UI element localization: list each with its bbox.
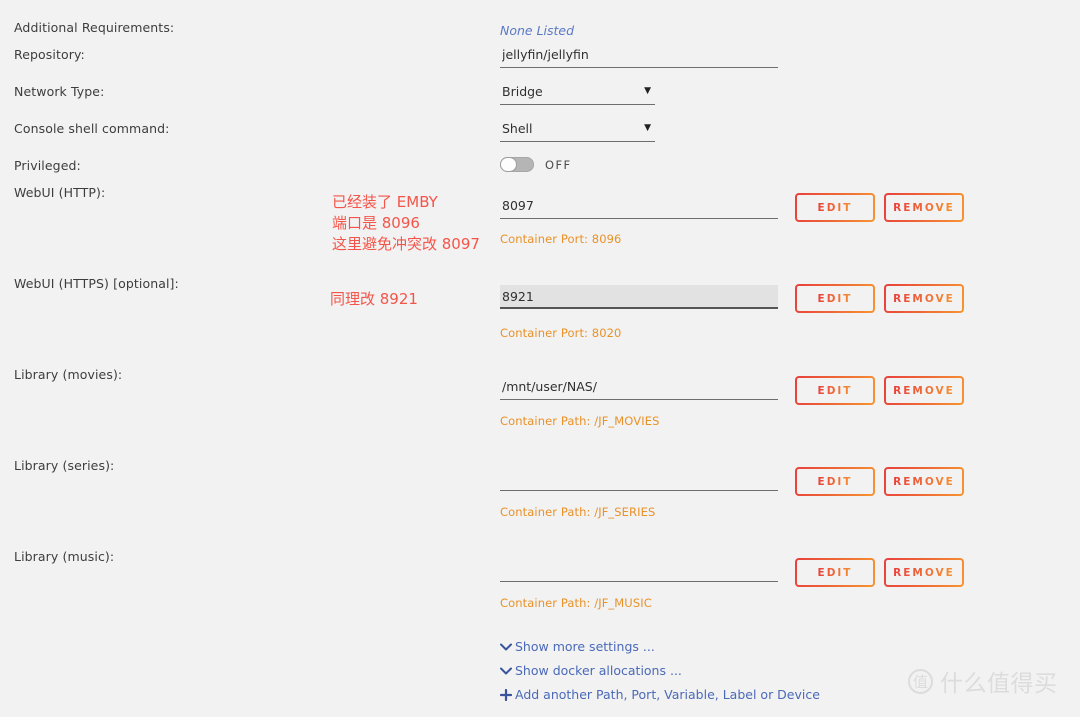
show-docker-allocations-label: Show docker allocations ... [515, 663, 682, 678]
watermark-text: 什么值得买 [940, 671, 1058, 697]
webui-http-container-port: Container Port: 8096 [500, 232, 622, 246]
annotation-http-line1: 已经装了 EMBY [332, 193, 438, 211]
chevron-down-icon: ▼ [644, 86, 651, 96]
show-more-settings-label: Show more settings ... [515, 639, 655, 654]
library-series-container-path: Container Path: /JF_SERIES [500, 505, 656, 519]
label-network-type: Network Type: [14, 84, 105, 99]
library-music-container-path: Container Path: /JF_MUSIC [500, 596, 652, 610]
privileged-toggle[interactable] [500, 157, 534, 172]
remove-button-label: REMOVE [893, 566, 955, 579]
label-library-music: Library (music): [14, 549, 115, 564]
library-movies-edit-button[interactable]: EDIT [795, 376, 875, 405]
chevron-down-icon [500, 667, 515, 675]
label-library-movies: Library (movies): [14, 367, 123, 382]
webui-http-remove-button[interactable]: REMOVE [884, 193, 964, 222]
library-movies-input[interactable] [500, 379, 778, 400]
annotation-http-note: 已经装了 EMBY 端口是 8096 这里避免冲突改 8097 [332, 192, 480, 255]
privileged-toggle-wrap: OFF [500, 157, 571, 172]
form-footer-links: Show more settings ... Show docker alloc… [500, 639, 820, 711]
watermark-badge-icon: 值 [908, 668, 933, 694]
chevron-down-icon: ▼ [644, 123, 651, 133]
edit-button-label: EDIT [817, 201, 853, 214]
webui-http-edit-button[interactable]: EDIT [795, 193, 875, 222]
edit-button-label: EDIT [817, 475, 853, 488]
library-music-remove-button[interactable]: REMOVE [884, 558, 964, 587]
toggle-knob [501, 158, 516, 171]
remove-button-label: REMOVE [893, 384, 955, 397]
library-series-input[interactable] [500, 470, 778, 491]
annotation-http-line3: 这里避免冲突改 8097 [332, 235, 480, 253]
webui-http-port-input[interactable] [500, 198, 778, 219]
docker-template-form: Additional Requirements: None Listed Rep… [0, 0, 1080, 717]
label-console-shell-command: Console shell command: [14, 121, 170, 136]
webui-https-remove-button[interactable]: REMOVE [884, 284, 964, 313]
console-shell-value: Shell [502, 121, 533, 136]
library-movies-container-path: Container Path: /JF_MOVIES [500, 414, 660, 428]
edit-button-label: EDIT [817, 384, 853, 397]
annotation-http-line2: 端口是 8096 [332, 214, 420, 232]
library-music-edit-button[interactable]: EDIT [795, 558, 875, 587]
webui-https-edit-button[interactable]: EDIT [795, 284, 875, 313]
label-webui-http: WebUI (HTTP): [14, 185, 106, 200]
console-shell-select[interactable]: Shell ▼ [500, 121, 655, 142]
annotation-https-note: 同理改 8921 [330, 290, 418, 308]
show-more-settings-link[interactable]: Show more settings ... [500, 639, 820, 654]
add-another-entry-link[interactable]: Add another Path, Port, Variable, Label … [500, 687, 820, 702]
webui-https-port-input[interactable] [500, 285, 778, 309]
label-webui-https: WebUI (HTTPS) [optional]: [14, 276, 179, 291]
network-type-value: Bridge [502, 84, 543, 99]
label-additional-requirements: Additional Requirements: [14, 20, 175, 35]
remove-button-label: REMOVE [893, 292, 955, 305]
library-movies-remove-button[interactable]: REMOVE [884, 376, 964, 405]
show-docker-allocations-link[interactable]: Show docker allocations ... [500, 663, 820, 678]
network-type-select[interactable]: Bridge ▼ [500, 84, 655, 105]
privileged-state-label: OFF [545, 157, 572, 172]
webui-https-container-port: Container Port: 8020 [500, 326, 622, 340]
remove-button-label: REMOVE [893, 475, 955, 488]
library-music-input[interactable] [500, 561, 778, 582]
add-another-entry-label: Add another Path, Port, Variable, Label … [515, 687, 820, 702]
label-privileged: Privileged: [14, 158, 81, 173]
label-repository: Repository: [14, 47, 85, 62]
remove-button-label: REMOVE [893, 201, 955, 214]
additional-requirements-value[interactable]: None Listed [500, 23, 574, 38]
edit-button-label: EDIT [817, 292, 853, 305]
library-series-remove-button[interactable]: REMOVE [884, 467, 964, 496]
label-library-series: Library (series): [14, 458, 115, 473]
watermark: 值 什么值得买 [908, 664, 1058, 698]
library-series-edit-button[interactable]: EDIT [795, 467, 875, 496]
plus-icon [500, 688, 515, 701]
chevron-down-icon [500, 643, 515, 651]
edit-button-label: EDIT [817, 566, 853, 579]
repository-input[interactable] [500, 47, 778, 68]
